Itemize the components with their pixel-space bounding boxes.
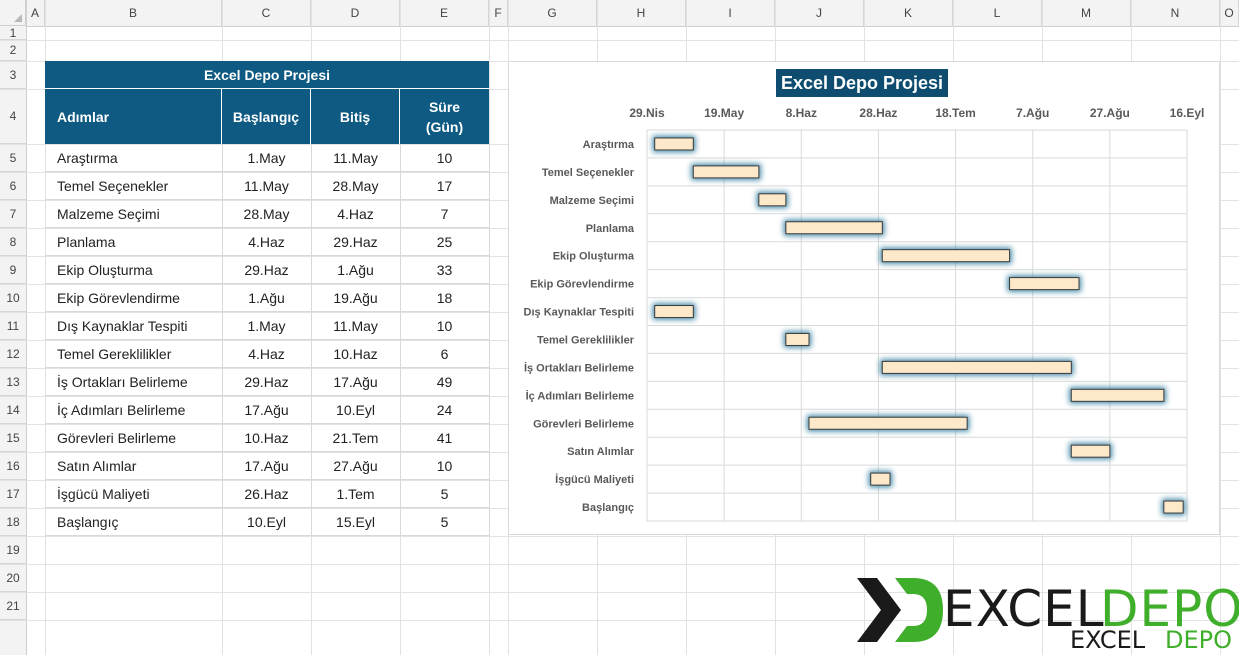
x-tick-label: 28.Haz xyxy=(859,106,897,120)
x-tick-label: 7.Ağu xyxy=(1016,106,1049,120)
gantt-bar[interactable] xyxy=(1163,500,1184,514)
gantt-bar[interactable] xyxy=(881,360,1072,374)
category-label: İş Ortakları Belirleme xyxy=(524,361,634,374)
x-tick-label: 19.May xyxy=(704,106,744,120)
category-label: Araştırma xyxy=(583,139,635,151)
gantt-bar[interactable] xyxy=(692,165,760,179)
gantt-bar[interactable] xyxy=(758,193,787,207)
x-tick-label: 29.Nis xyxy=(629,106,665,120)
logo-x-icon xyxy=(857,578,943,642)
gantt-bar[interactable] xyxy=(1070,388,1165,402)
logo-small-depo: DEPO xyxy=(1165,626,1233,654)
category-label: Temel Gereklilikler xyxy=(537,334,635,346)
category-label: İşgücü Maliyeti xyxy=(555,473,634,486)
category-label: Ekip Oluşturma xyxy=(553,251,635,263)
gantt-bar[interactable] xyxy=(1009,277,1080,291)
category-label: Temel Seçenekler xyxy=(542,167,635,179)
gantt-bar[interactable] xyxy=(1070,444,1111,458)
gantt-chart[interactable]: 29.Nis 19.May 8.Haz 28.Haz 18.Tem 7.Ağu 27.Ağu… xyxy=(0,0,1239,655)
category-label: Planlama xyxy=(586,223,635,235)
gantt-bar[interactable] xyxy=(808,416,968,430)
gantt-bar[interactable] xyxy=(785,332,810,346)
x-tick-label: 16.Eyl xyxy=(1170,106,1205,120)
category-label: İç Adımları Belirleme xyxy=(526,389,634,402)
category-label: Başlangıç xyxy=(582,502,634,514)
gantt-bar[interactable] xyxy=(785,221,883,235)
gantt-bar[interactable] xyxy=(870,472,891,486)
x-tick-label: 8.Haz xyxy=(786,106,817,120)
gantt-bar[interactable] xyxy=(881,249,1011,263)
category-label: Malzeme Seçimi xyxy=(550,195,634,207)
x-tick-label: 18.Tem xyxy=(935,106,975,120)
category-label: Dış Kaynaklar Tespiti xyxy=(524,307,634,319)
gantt-bar[interactable] xyxy=(654,305,694,319)
category-label: Görevleri Belirleme xyxy=(533,418,634,430)
category-label: Satın Alımlar xyxy=(567,446,635,458)
x-tick-label: 27.Ağu xyxy=(1090,106,1130,120)
logo-small-excel: EXCEL xyxy=(1070,626,1146,654)
excel-depo-logo: EXCEL DEPO EXCEL DEPO xyxy=(855,574,1239,655)
gantt-bar[interactable] xyxy=(654,137,694,151)
category-label: Ekip Görevlendirme xyxy=(530,279,634,291)
